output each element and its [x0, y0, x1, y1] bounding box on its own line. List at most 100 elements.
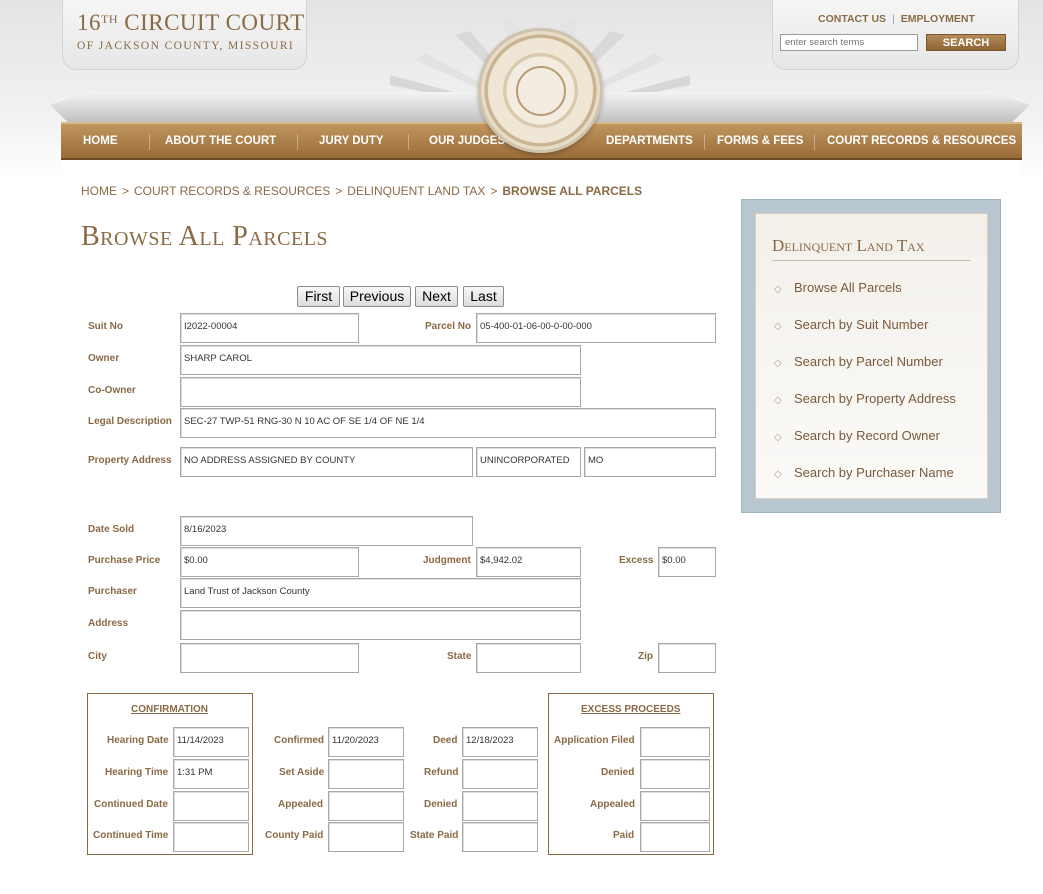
- previous-page-button[interactable]: Previous: [343, 286, 411, 307]
- diamond-bullet-icon: ◇: [774, 284, 782, 295]
- co-owner-field[interactable]: [180, 377, 581, 407]
- last-page-button[interactable]: Last: [463, 286, 504, 307]
- sidebar-panel: Delinquent Land Tax ◇ Browse All Parcels …: [755, 213, 988, 499]
- nav-home[interactable]: HOME: [83, 124, 118, 158]
- sidebar-link-search-record-owner[interactable]: ◇ Search by Record Owner: [774, 428, 940, 443]
- breadcrumb-home[interactable]: HOME: [81, 184, 117, 198]
- utility-panel: CONTACT US | EMPLOYMENT SEARCH: [772, 0, 1019, 70]
- zip-field[interactable]: [658, 643, 716, 673]
- continued-time-field[interactable]: [173, 822, 249, 852]
- nav-about-the-court[interactable]: ABOUT THE COURT: [165, 124, 276, 158]
- contact-us-link[interactable]: CONTACT US: [818, 13, 886, 25]
- sidebar-title: Delinquent Land Tax: [772, 236, 925, 255]
- search-input[interactable]: [780, 34, 918, 51]
- sidebar-link-search-purchaser-name[interactable]: ◇ Search by Purchaser Name: [774, 465, 954, 480]
- excess-paid-field[interactable]: [640, 822, 710, 852]
- appealed-field[interactable]: [328, 791, 404, 821]
- continued-date-label: Continued Date: [94, 799, 168, 810]
- sidebar-link-label: Search by Parcel Number: [794, 354, 943, 369]
- deed-label: Deed: [433, 735, 458, 746]
- breadcrumb-delinquent-land-tax[interactable]: DELINQUENT LAND TAX: [347, 184, 485, 198]
- county-seal-logo[interactable]: [478, 28, 603, 153]
- seal-emblem: [516, 66, 566, 116]
- nav-separator: [297, 134, 298, 150]
- confirmed-label: Confirmed: [274, 735, 324, 746]
- hearing-date-field[interactable]: 11/14/2023: [173, 727, 249, 757]
- confirmation-title: CONFIRMATION: [131, 704, 209, 715]
- nav-jury-duty[interactable]: JURY DUTY: [319, 124, 384, 158]
- suit-no-field[interactable]: I2022-00004: [180, 313, 359, 343]
- deed-field[interactable]: 12/18/2023: [462, 727, 538, 757]
- legal-description-field[interactable]: SEC-27 TWP-51 RNG-30 N 10 AC OF SE 1/4 O…: [180, 408, 716, 438]
- denied-field[interactable]: [462, 791, 538, 821]
- county-paid-field[interactable]: [328, 822, 404, 852]
- application-filed-field[interactable]: [640, 727, 710, 757]
- purchaser-field[interactable]: Land Trust of Jackson County: [180, 578, 581, 608]
- nav-departments[interactable]: DEPARTMENTS: [606, 124, 693, 158]
- diamond-bullet-icon: ◇: [774, 321, 782, 332]
- zip-label: Zip: [638, 651, 653, 662]
- excess-denied-field[interactable]: [640, 759, 710, 789]
- address-field[interactable]: [180, 610, 581, 640]
- first-page-button[interactable]: First: [297, 286, 340, 307]
- hearing-date-label: Hearing Date: [107, 735, 169, 746]
- judgment-label: Judgment: [423, 555, 471, 566]
- nav-forms-and-fees[interactable]: FORMS & FEES: [717, 124, 803, 158]
- property-state-field[interactable]: MO: [584, 447, 716, 477]
- date-sold-label: Date Sold: [88, 524, 135, 535]
- purchaser-label: Purchaser: [88, 586, 137, 597]
- owner-field[interactable]: SHARP CAROL: [180, 345, 581, 375]
- date-sold-field[interactable]: 8/16/2023: [180, 516, 473, 546]
- state-paid-field[interactable]: [462, 822, 538, 852]
- application-filed-label: Application Filed: [554, 735, 635, 746]
- sidebar-link-label: Search by Suit Number: [794, 317, 929, 332]
- judgment-field[interactable]: $4,942.02: [476, 547, 581, 577]
- sidebar-link-search-suit-number[interactable]: ◇ Search by Suit Number: [774, 317, 928, 332]
- sidebar-link-search-parcel-number[interactable]: ◇ Search by Parcel Number: [774, 354, 943, 369]
- excess-appealed-field[interactable]: [640, 791, 710, 821]
- set-aside-label: Set Aside: [279, 767, 325, 778]
- continued-date-field[interactable]: [173, 791, 249, 821]
- breadcrumb: HOME > COURT RECORDS & RESOURCES > DELINQUEN…: [81, 184, 642, 198]
- county-paid-label: County Paid: [265, 830, 324, 841]
- purchase-price-field[interactable]: $0.00: [180, 547, 359, 577]
- state-field[interactable]: [476, 643, 581, 673]
- co-owner-label: Co-Owner: [88, 385, 136, 396]
- hearing-time-label: Hearing Time: [105, 767, 169, 778]
- breadcrumb-court-records[interactable]: COURT RECORDS & RESOURCES: [134, 184, 330, 198]
- city-field[interactable]: [180, 643, 359, 673]
- suit-no-label: Suit No: [88, 321, 123, 332]
- breadcrumb-arrow-icon: >: [122, 184, 130, 198]
- excess-denied-label: Denied: [601, 767, 635, 778]
- excess-field[interactable]: $0.00: [658, 547, 716, 577]
- sidebar-link-browse-all-parcels[interactable]: ◇ Browse All Parcels: [774, 280, 902, 295]
- excess-appealed-label: Appealed: [590, 799, 636, 810]
- set-aside-field[interactable]: [328, 759, 404, 789]
- refund-label: Refund: [424, 767, 459, 778]
- refund-field[interactable]: [462, 759, 538, 789]
- utility-links: CONTACT US | EMPLOYMENT: [818, 13, 975, 25]
- hearing-time-field[interactable]: 1:31 PM: [173, 759, 249, 789]
- denied-label: Denied: [424, 799, 458, 810]
- purchase-price-label: Purchase Price: [88, 555, 161, 566]
- employment-link[interactable]: EMPLOYMENT: [901, 13, 975, 25]
- excess-proceeds-title: EXCESS PROCEEDS: [581, 704, 681, 715]
- confirmed-field[interactable]: 11/20/2023: [328, 727, 404, 757]
- sidebar-link-label: Browse All Parcels: [794, 280, 902, 295]
- search-button[interactable]: SEARCH: [926, 34, 1006, 51]
- parcel-no-field[interactable]: 05-400-01-06-00-0-00-000: [476, 313, 716, 343]
- sidebar-link-label: Search by Record Owner: [794, 428, 940, 443]
- nav-separator: [704, 134, 705, 150]
- nav-separator: [814, 134, 815, 150]
- next-page-button[interactable]: Next: [415, 286, 458, 307]
- property-city-field[interactable]: UNINCORPORATED: [476, 447, 581, 477]
- property-address-field[interactable]: NO ADDRESS ASSIGNED BY COUNTY: [180, 447, 473, 477]
- sidebar-link-label: Search by Purchaser Name: [794, 465, 954, 480]
- page-title: Browse All Parcels: [81, 221, 329, 252]
- nav-court-records-and-resources[interactable]: COURT RECORDS & RESOURCES: [827, 124, 1016, 158]
- site-title-tab[interactable]: 16TH CIRCUIT COURT OF JACKSON COUNTY, MI…: [62, 0, 307, 70]
- property-address-label: Property Address: [88, 455, 172, 466]
- state-paid-label: State Paid: [410, 830, 459, 841]
- nav-separator: [408, 134, 409, 150]
- sidebar-link-search-property-address[interactable]: ◇ Search by Property Address: [774, 391, 956, 406]
